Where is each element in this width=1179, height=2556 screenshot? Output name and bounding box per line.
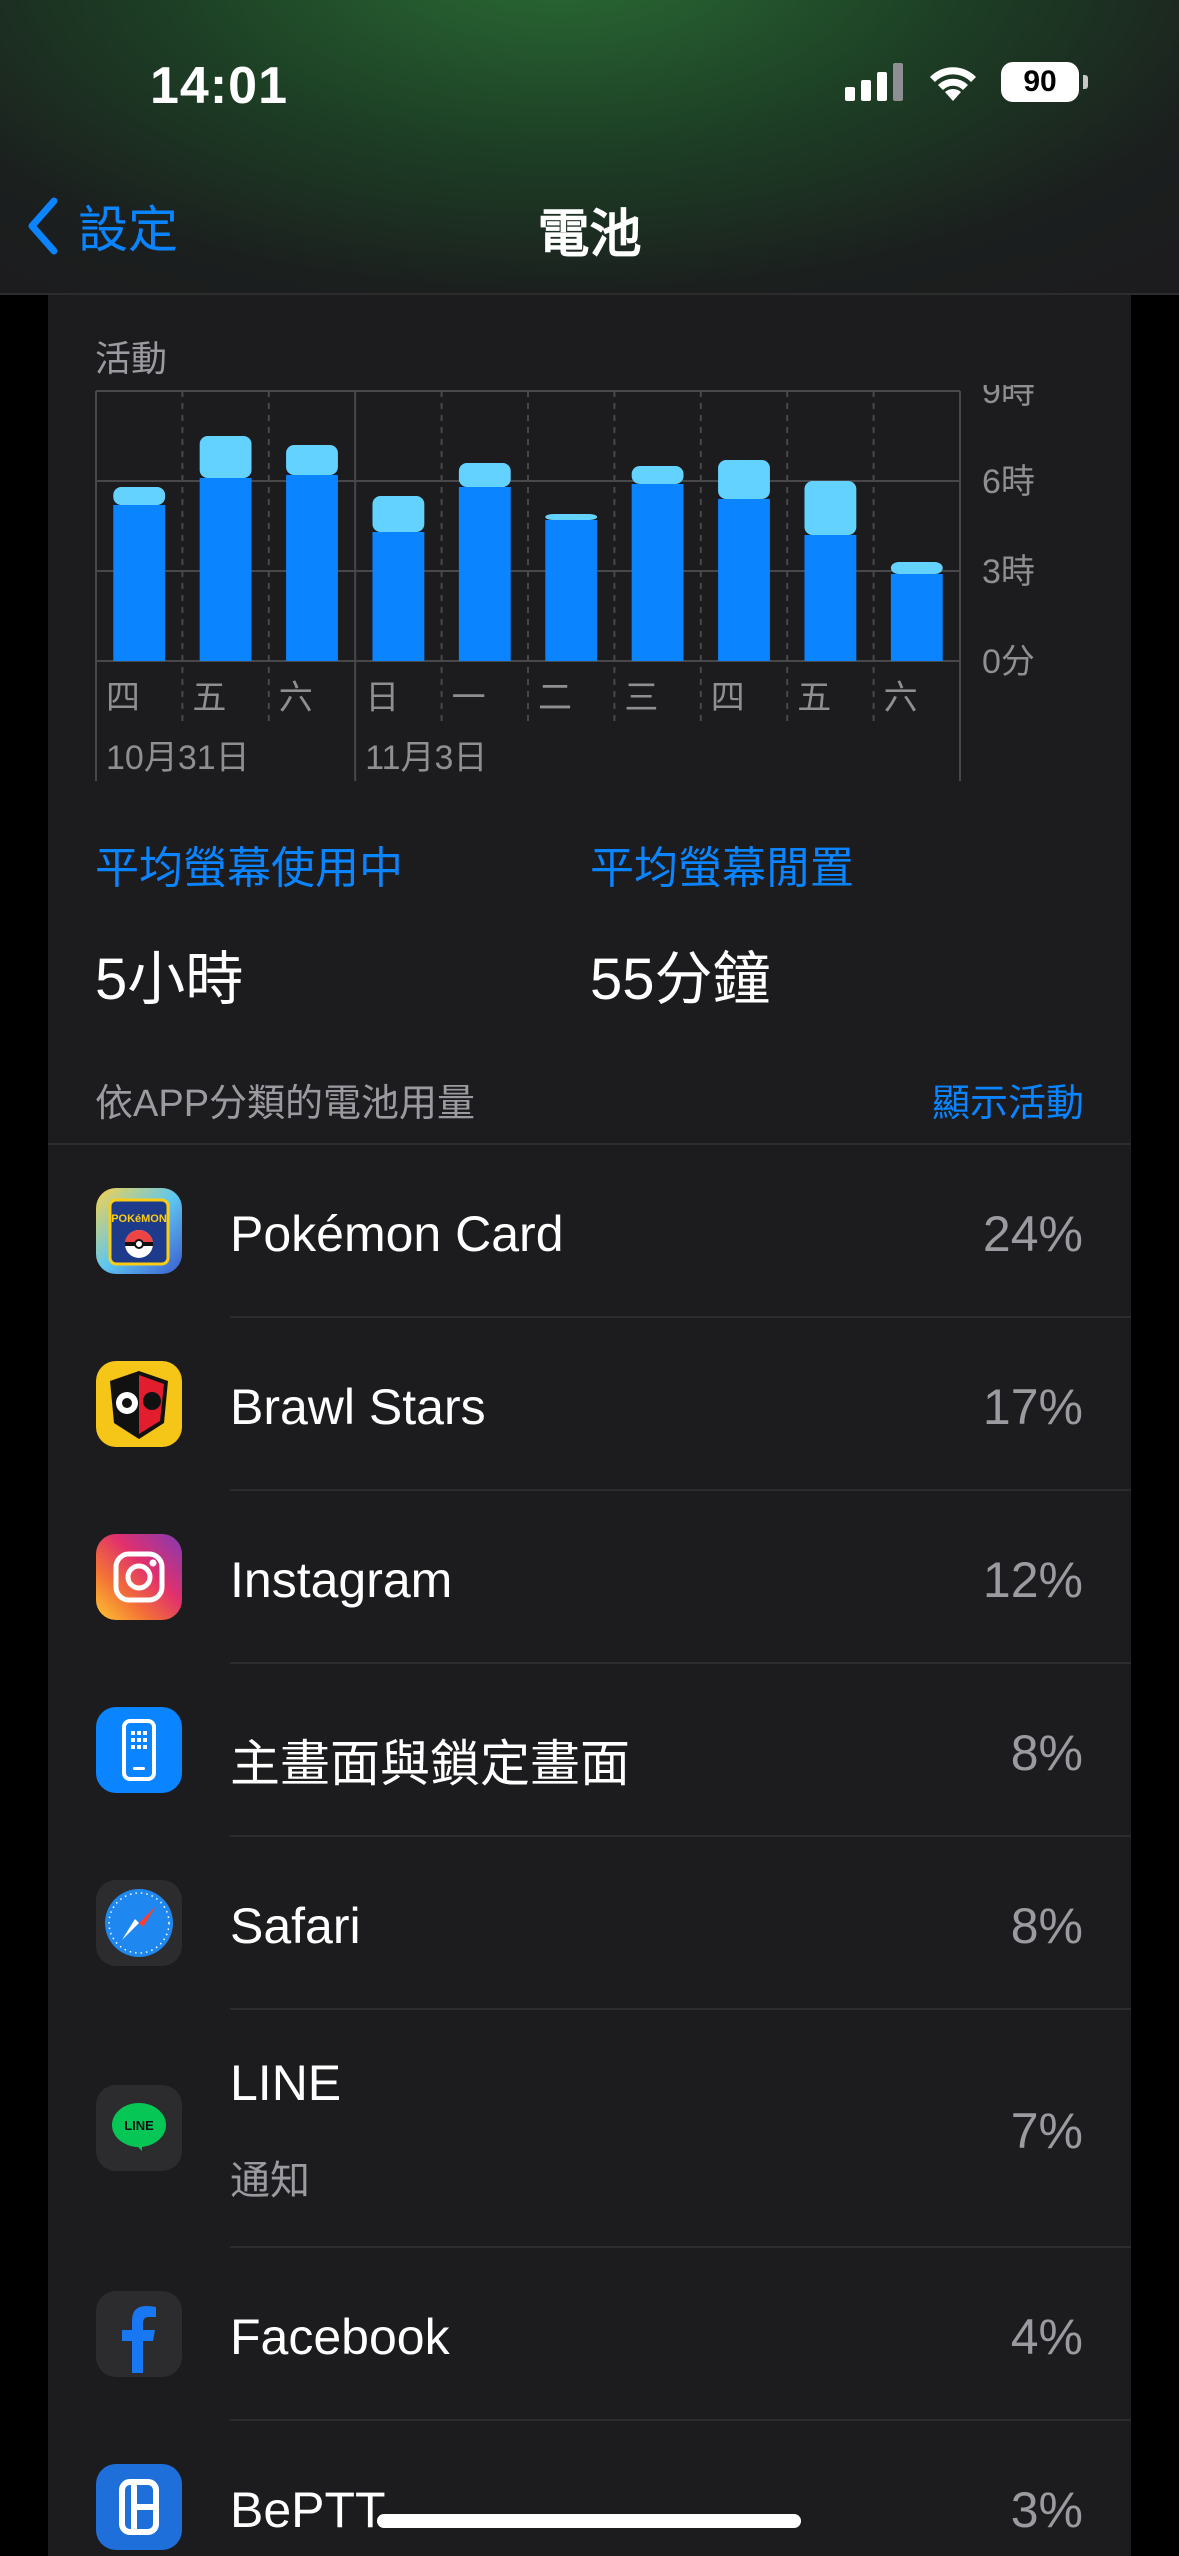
bar-segment [113, 505, 166, 661]
home-lock-screen-icon [96, 1707, 182, 1793]
cellular-signal-icon [845, 63, 903, 101]
x-tick-label: 三 [624, 679, 658, 717]
y-tick-label: 6時 [982, 463, 1035, 501]
bar-segment [372, 532, 425, 661]
bar-segment [804, 535, 857, 661]
bar-segment [890, 574, 943, 661]
bar-segment [458, 487, 511, 661]
x-tick-label: 五 [797, 679, 831, 717]
avg-screen-off-label: 平均螢幕閒置 [590, 844, 854, 893]
app-percent: 7% [1010, 2103, 1083, 2159]
x-tick-label: 一 [452, 679, 486, 717]
avg-screen-on: 平均螢幕使用中 5小時 [95, 832, 403, 1016]
battery-indicator: 90 [1001, 62, 1088, 102]
usage-header-label: 依APP分類的電池用量 [95, 1083, 476, 1125]
app-percent: 3% [1010, 2482, 1083, 2538]
app-percent: 8% [1010, 1725, 1083, 1781]
app-row-pokemon-card[interactable]: POKéMON Pokémon Card 24% [48, 1145, 1131, 1317]
avg-screen-on-value: 5小時 [95, 947, 244, 1012]
bar-segment [372, 496, 425, 532]
app-name: Pokémon Card [230, 1206, 564, 1262]
app-subtitle: 通知 [230, 2159, 310, 2203]
bar-segment [286, 475, 338, 661]
usage-header: 依APP分類的電池用量 顯示活動 [95, 1072, 1084, 1127]
y-tick-label: 0分 [982, 643, 1035, 681]
bar-segment [113, 487, 166, 505]
svg-text:LINE: LINE [124, 2118, 154, 2133]
safari-icon [96, 1880, 182, 1966]
app-name: Facebook [230, 2309, 450, 2365]
x-tick-label: 六 [884, 679, 918, 717]
app-name: LINE [230, 2055, 342, 2111]
app-row-instagram[interactable]: Instagram 12% [48, 1491, 1131, 1663]
app-name: Instagram [230, 1552, 453, 1608]
x-tick-label: 二 [538, 679, 572, 717]
y-tick-label: 9時 [982, 385, 1035, 411]
app-percent: 4% [1010, 2309, 1083, 2365]
app-percent: 24% [982, 1206, 1083, 1262]
avg-screen-off-value: 55分鐘 [590, 947, 771, 1012]
app-row-home-lock-screen[interactable]: 主畫面與鎖定畫面 8% [48, 1664, 1131, 1836]
app-row-beptt[interactable]: BePTT 3% [48, 2421, 1131, 2556]
app-row-facebook[interactable]: Facebook 4% [48, 2248, 1131, 2420]
beptt-icon [96, 2464, 182, 2550]
bar-segment [199, 478, 252, 661]
avg-screen-on-label: 平均螢幕使用中 [95, 844, 403, 893]
bar-segment [545, 514, 598, 520]
status-time: 14:01 [150, 57, 288, 115]
app-percent: 12% [982, 1552, 1083, 1608]
y-tick-label: 3時 [982, 553, 1035, 591]
instagram-icon [96, 1534, 182, 1620]
facebook-icon [96, 2291, 182, 2377]
activity-label: 活動 [95, 338, 168, 379]
svg-text:POKéMON: POKéMON [111, 1213, 167, 1225]
activity-chart[interactable]: 0分 3時 6時 9時四 五 六 日 一 二 三 四 五 六 10月31日 11月3日 [90, 385, 1090, 785]
brawl-stars-icon [96, 1361, 182, 1447]
wifi-icon [930, 67, 976, 101]
bar-segment [890, 562, 943, 574]
bar-segment [631, 484, 684, 661]
bar-segment [199, 436, 252, 478]
x-tick-label: 五 [192, 679, 226, 717]
date-label: 10月31日 [106, 739, 250, 777]
app-percent: 8% [1010, 1898, 1083, 1954]
x-tick-label: 四 [106, 679, 140, 717]
app-name: BePTT [230, 2482, 386, 2538]
bar-segment [804, 481, 857, 535]
home-indicator[interactable] [377, 2514, 801, 2528]
x-tick-label: 六 [279, 679, 313, 717]
page-title: 電池 [537, 206, 642, 264]
app-name: Brawl Stars [230, 1379, 486, 1435]
date-label: 11月3日 [365, 739, 487, 777]
battery-level: 90 [1023, 65, 1057, 98]
line-icon: LINE [96, 2085, 182, 2171]
x-tick-label: 四 [711, 679, 745, 717]
status-icons: 90 [845, 62, 1088, 102]
app-percent: 17% [982, 1379, 1083, 1435]
app-row-safari[interactable]: Safari 8% [48, 1837, 1131, 2009]
avg-screen-off: 平均螢幕閒置 55分鐘 [590, 832, 854, 1016]
app-name: 主畫面與鎖定畫面 [230, 1736, 630, 1792]
app-row-line[interactable]: LINE LINE 通知 7% [48, 2010, 1131, 2246]
pokemon-card-icon: POKéMON [96, 1188, 182, 1274]
app-row-brawl-stars[interactable]: Brawl Stars 17% [48, 1318, 1131, 1490]
app-name: Safari [230, 1898, 361, 1954]
bar-segment [286, 445, 338, 475]
bar-segment [545, 520, 598, 661]
bar-segment [631, 466, 684, 484]
bar-segment [718, 499, 770, 661]
bar-segment [718, 460, 770, 499]
show-activity-link[interactable]: 顯示活動 [932, 1072, 1084, 1127]
bar-segment [458, 463, 511, 487]
x-tick-label: 日 [365, 679, 399, 717]
